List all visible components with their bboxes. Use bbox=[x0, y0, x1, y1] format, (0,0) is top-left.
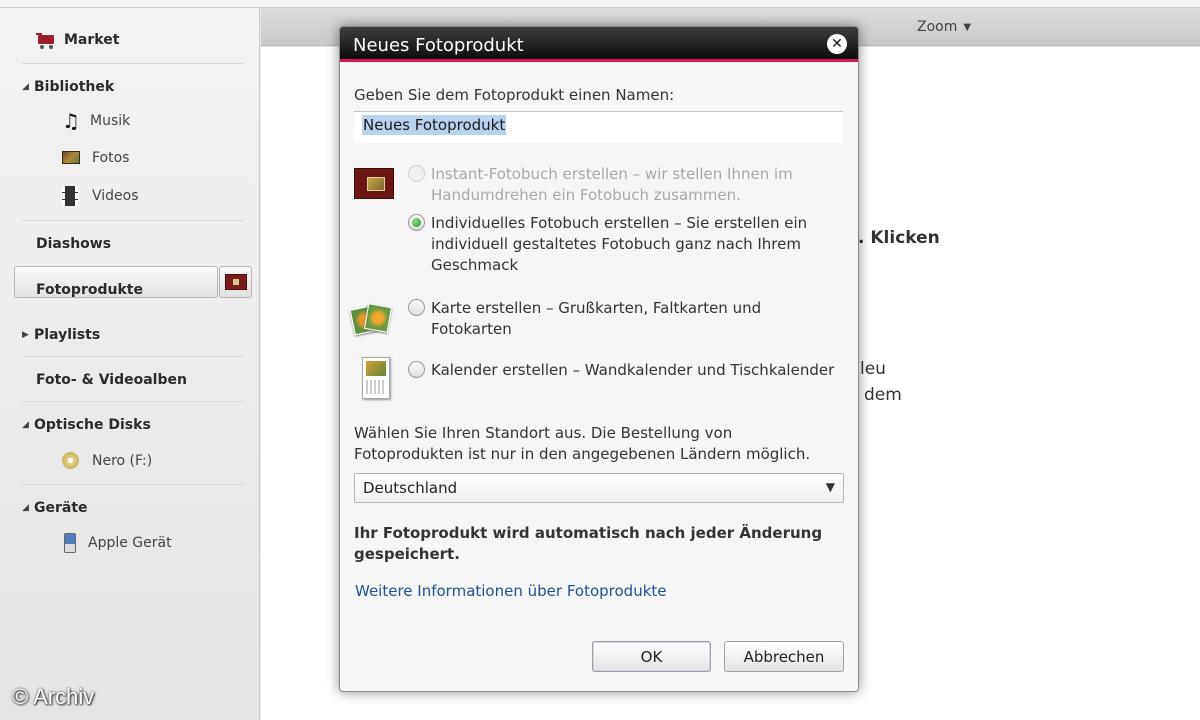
location-select[interactable]: Deutschland ▼ bbox=[354, 473, 844, 503]
sidebar-divider bbox=[22, 220, 244, 221]
product-name-value: Neues Fotoprodukt bbox=[362, 115, 507, 135]
option-instant-fotobuch[interactable]: Instant-Fotobuch erstellen – wir stellen… bbox=[408, 164, 838, 206]
option-individuelles-fotobuch[interactable]: Individuelles Fotobuch erstellen – Sie e… bbox=[408, 213, 838, 276]
sidebar-item-musik[interactable]: ♫ Musik bbox=[62, 109, 131, 133]
sidebar-item-geraete[interactable]: ◢ Geräte bbox=[22, 500, 88, 516]
background-text-neu: leu bbox=[860, 359, 886, 379]
radio-karte[interactable] bbox=[408, 299, 425, 316]
watermark: © Archiv bbox=[12, 684, 95, 709]
dialog-title: Neues Fotoprodukt bbox=[353, 35, 524, 56]
sidebar-item-label: Playlists bbox=[34, 327, 101, 343]
radio-instant[interactable] bbox=[408, 165, 425, 182]
info-link[interactable]: Weitere Informationen über Fotoprodukte bbox=[355, 582, 667, 600]
music-note-icon: ♫ bbox=[62, 109, 80, 133]
calendar-icon bbox=[362, 357, 390, 399]
dialog-titlebar[interactable]: Neues Fotoprodukt ✕ bbox=[340, 27, 858, 62]
collapsed-triangle-icon: ▶ bbox=[22, 330, 29, 340]
option-label: Karte erstellen – Grußkarten, Faltkarten… bbox=[431, 299, 762, 338]
shopping-cart-icon bbox=[36, 32, 58, 49]
sidebar-divider bbox=[22, 63, 244, 64]
window-top-edge bbox=[0, 0, 1200, 8]
radio-individuell[interactable] bbox=[408, 214, 425, 231]
photo-book-icon bbox=[354, 168, 394, 199]
option-kalender[interactable]: Kalender erstellen – Wandkalender und Ti… bbox=[408, 360, 838, 381]
sidebar-item-market[interactable]: Market bbox=[36, 32, 120, 49]
radio-kalender[interactable] bbox=[408, 361, 425, 378]
background-text-dem: dem bbox=[864, 385, 902, 405]
sidebar-item-nero[interactable]: Nero (F:) bbox=[62, 452, 152, 470]
chevron-down-icon: ▼ bbox=[825, 480, 835, 494]
expanded-triangle-icon: ◢ bbox=[22, 82, 29, 92]
option-label: Kalender erstellen – Wandkalender und Ti… bbox=[431, 361, 835, 379]
sidebar-item-label: Videos bbox=[92, 188, 139, 204]
phone-device-icon bbox=[62, 533, 82, 553]
sidebar-item-label: Foto- & Videoalben bbox=[36, 372, 187, 388]
photo-icon bbox=[62, 149, 86, 167]
zoom-dropdown[interactable]: Zoom ▼ bbox=[917, 19, 971, 35]
sidebar-divider bbox=[22, 356, 244, 357]
greeting-card-icon bbox=[349, 303, 393, 336]
sidebar-item-bibliothek[interactable]: ◢ Bibliothek bbox=[22, 79, 114, 95]
option-label: Instant-Fotobuch erstellen – wir stellen… bbox=[431, 165, 793, 204]
name-prompt-label: Geben Sie dem Fotoprodukt einen Namen: bbox=[354, 86, 675, 104]
sidebar-item-label: Geräte bbox=[34, 500, 88, 516]
film-strip-icon bbox=[62, 186, 86, 206]
sidebar-item-label: Nero (F:) bbox=[92, 453, 153, 469]
product-name-input[interactable]: Neues Fotoprodukt bbox=[354, 111, 843, 143]
cancel-button[interactable]: Abbrechen bbox=[724, 641, 844, 672]
sidebar-item-fotoalben[interactable]: Foto- & Videoalben bbox=[36, 372, 187, 388]
sidebar-item-label: Apple Gerät bbox=[88, 535, 172, 551]
sidebar-item-fotoprodukte-label-row: Fotoprodukte bbox=[36, 282, 143, 298]
ok-button[interactable]: OK bbox=[592, 641, 711, 672]
sidebar-item-label: Fotoprodukte bbox=[36, 282, 143, 298]
sidebar-item-playlists[interactable]: ▶ Playlists bbox=[22, 327, 100, 343]
option-karte[interactable]: Karte erstellen – Grußkarten, Faltkarten… bbox=[408, 298, 838, 340]
location-prompt-label: Wählen Sie Ihren Standort aus. Die Beste… bbox=[354, 424, 811, 463]
fotoprodukte-book-button[interactable] bbox=[219, 266, 252, 298]
sidebar-item-label: Market bbox=[64, 32, 120, 48]
expanded-triangle-icon: ◢ bbox=[22, 503, 29, 513]
sidebar-item-fotos[interactable]: Fotos bbox=[62, 149, 129, 167]
sidebar-item-videos[interactable]: Videos bbox=[62, 186, 139, 206]
close-icon[interactable]: ✕ bbox=[827, 34, 847, 54]
disc-icon bbox=[62, 452, 86, 470]
expanded-triangle-icon: ◢ bbox=[22, 420, 29, 430]
sidebar-item-label: Optische Disks bbox=[34, 417, 151, 433]
sidebar-item-label: Diashows bbox=[36, 236, 112, 252]
sidebar-divider bbox=[22, 484, 244, 485]
location-value: Deutschland bbox=[363, 479, 458, 497]
background-text-klicken: . Klicken bbox=[858, 228, 940, 248]
caret-down-icon: ▼ bbox=[963, 21, 972, 33]
sidebar-item-label: Bibliothek bbox=[34, 79, 115, 95]
autosave-note: Ihr Fotoprodukt wird automatisch nach je… bbox=[354, 524, 823, 563]
new-photo-product-dialog: Neues Fotoprodukt ✕ Geben Sie dem Fotopr… bbox=[339, 26, 859, 692]
sidebar-item-apple[interactable]: Apple Gerät bbox=[62, 533, 172, 553]
sidebar-item-label: Fotos bbox=[92, 150, 130, 166]
sidebar-item-optische-disks[interactable]: ◢ Optische Disks bbox=[22, 417, 151, 433]
sidebar-divider bbox=[22, 401, 244, 402]
sidebar-item-diashows[interactable]: Diashows bbox=[36, 236, 111, 252]
zoom-label: Zoom bbox=[917, 19, 958, 35]
photo-book-icon bbox=[224, 274, 247, 290]
sidebar-item-label: Musik bbox=[90, 113, 131, 129]
option-label: Individuelles Fotobuch erstellen – Sie e… bbox=[431, 214, 808, 274]
